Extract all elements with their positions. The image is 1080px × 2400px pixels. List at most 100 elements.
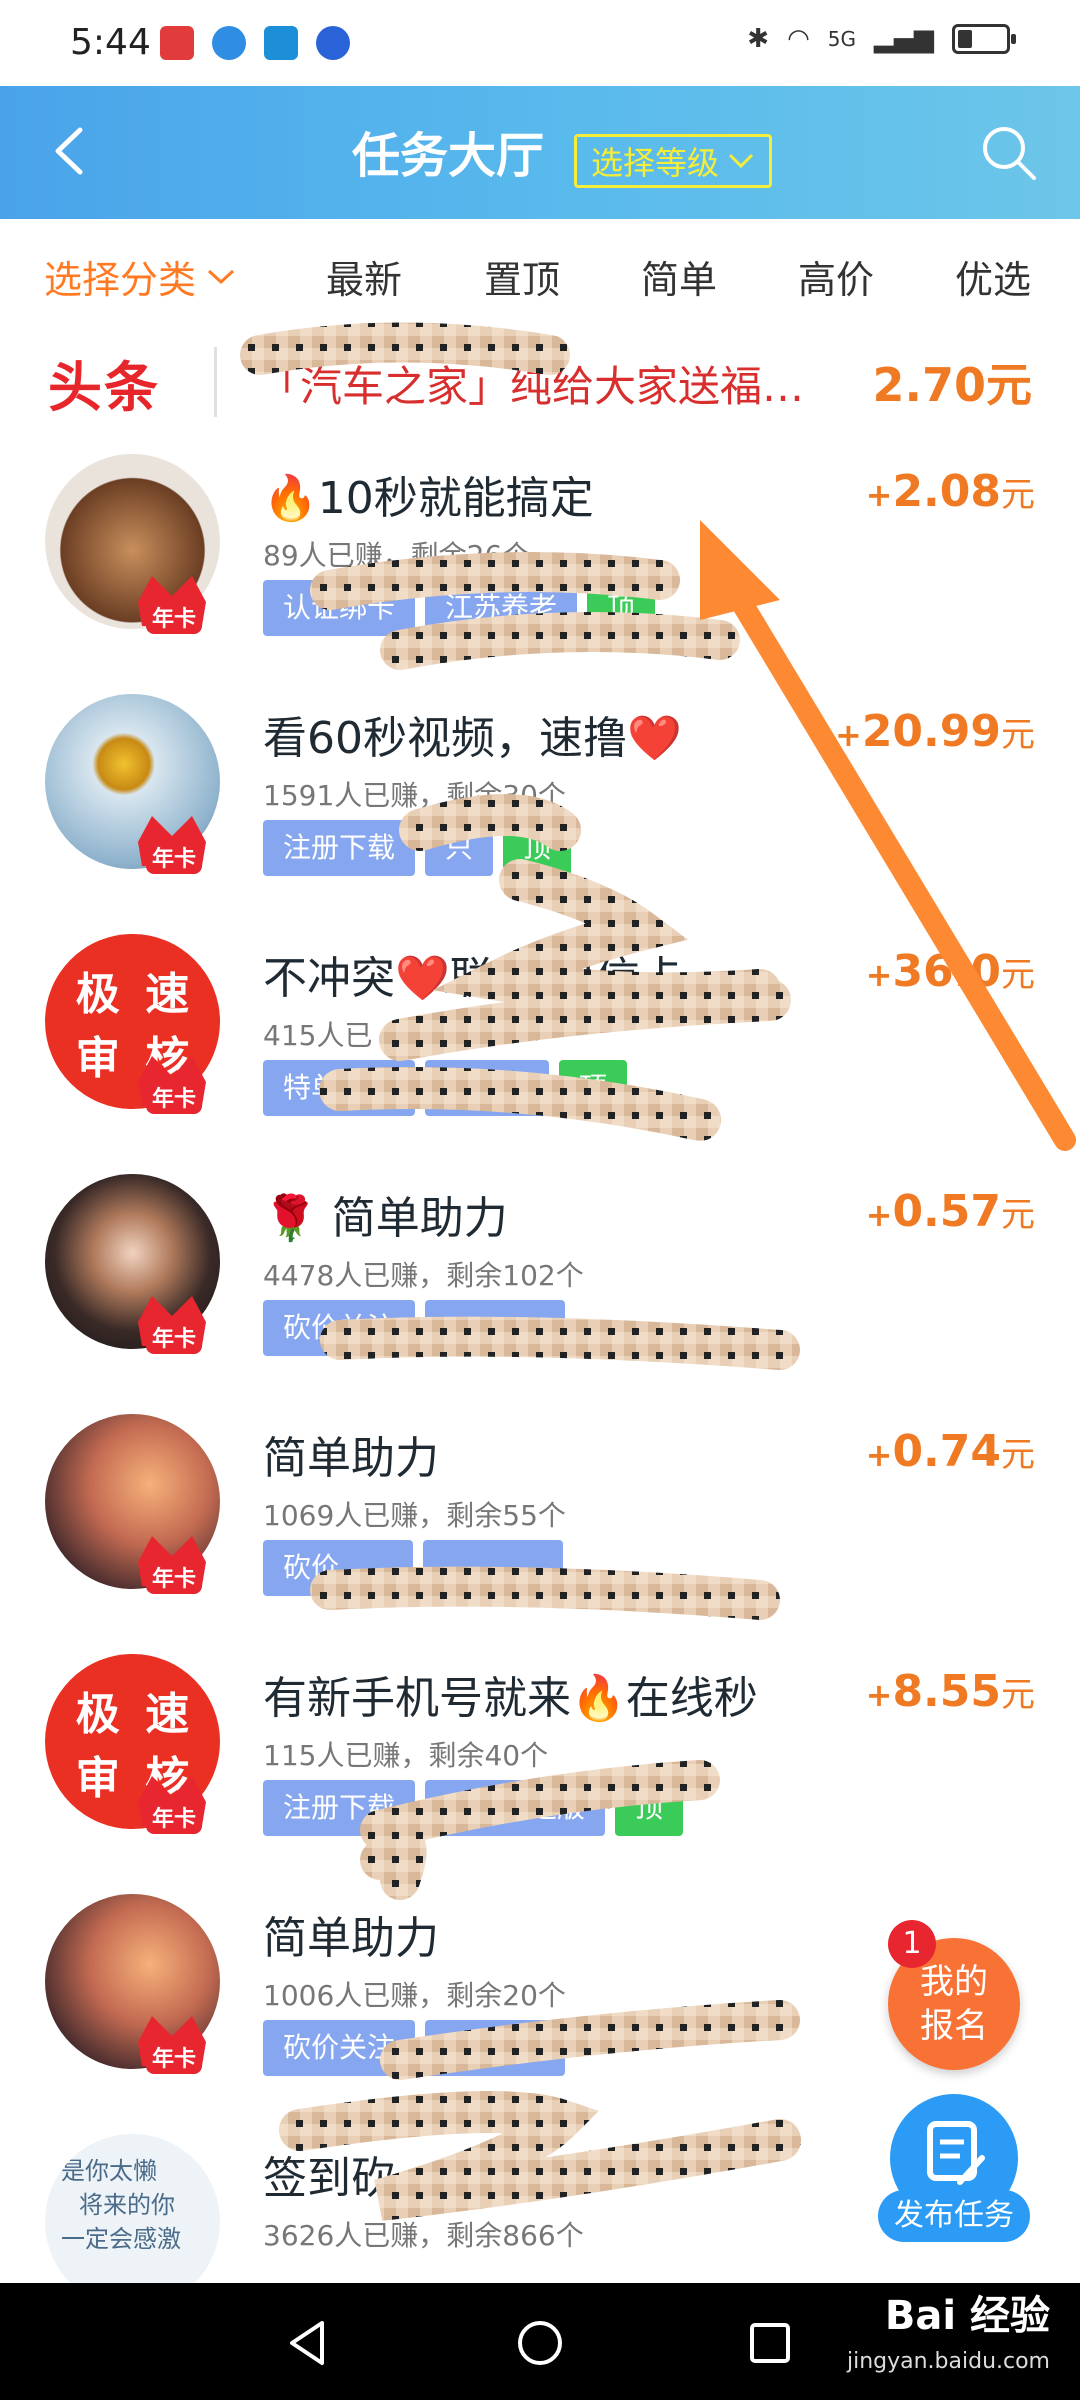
task-tag-top: 顶 — [615, 1780, 684, 1836]
task-item[interactable]: 年卡 看60秒视频，速撸❤️ 1591人已赚，剩余30个 注册下载 只 顶 +2… — [0, 674, 1080, 914]
publish-task-button[interactable]: 发布任务 — [878, 2094, 1030, 2242]
task-meta: 4478人已赚，剩余102个 — [263, 1259, 584, 1292]
price-unit: 元 — [1001, 955, 1035, 995]
task-item[interactable]: 年卡 简单助力 1069人已赚，剩余55个 砍价 +0.74元 — [0, 1394, 1080, 1634]
price-unit: 元 — [1001, 1675, 1035, 1715]
home-nav-icon[interactable] — [510, 2313, 570, 2373]
vip-badge: 年卡 — [146, 1320, 203, 1354]
level-select[interactable]: 选择等级 — [574, 134, 773, 188]
task-meta: 415人已 — [263, 1019, 373, 1052]
battery-level — [958, 30, 972, 48]
task-meta: 1006人已赚，剩余20个 — [263, 1979, 566, 2012]
avatar-caption-line: 一定会感激 — [61, 2225, 181, 2253]
vip-badge: 年卡 — [146, 1080, 203, 1114]
watermark-url: jingyan.baidu.com — [846, 2349, 1050, 2374]
page-title: 任务大厅 — [352, 128, 545, 184]
task-meta: 1069人已赚，剩余55个 — [263, 1499, 566, 1532]
watermark-brand: Bai 经验 — [884, 2293, 1050, 2339]
price-plus: + — [835, 716, 862, 754]
header: 任务大厅 选择等级 — [0, 86, 1080, 219]
status-bar: 5:44 ✱ ◠ 5G ▂▄▆ — [0, 0, 1080, 86]
price-plus: + — [865, 1676, 893, 1714]
task-tag-top: 顶 — [587, 580, 656, 636]
task-price: +20.99元 — [835, 706, 1035, 757]
avatar-char: 极 — [75, 1688, 120, 1740]
tab-pinned[interactable]: 置顶 — [484, 249, 560, 304]
back-icon[interactable] — [40, 116, 110, 186]
task-item[interactable]: 年卡 🌹 简单助力 4478人已赚，剩余102个 砍价关注 +0.57元 — [0, 1154, 1080, 1394]
vip-badge: 年卡 — [146, 840, 203, 874]
price-value: 0.74 — [892, 1426, 1001, 1477]
task-item[interactable]: 极 速 审 核 年卡 有新手机号就来🔥在线秒 115人已赚，剩余40个 注册下载… — [0, 1634, 1080, 1874]
network-type: 5G — [827, 27, 856, 51]
price-unit: 元 — [1001, 475, 1035, 515]
back-nav-icon[interactable] — [278, 2313, 338, 2373]
task-price: +2.08元 — [866, 466, 1035, 517]
headline-banner[interactable]: 头条 「汽车之家」纯给大家送福… 2.70元 — [0, 329, 1080, 434]
task-title: 简单助力 — [263, 1433, 439, 1484]
task-meta: 89人已赚，剩余26个 — [263, 539, 531, 572]
task-title: 🔥10秒就能搞定 — [263, 473, 594, 524]
recents-nav-icon[interactable] — [740, 2313, 800, 2373]
task-tag: 移动卡 — [425, 1060, 550, 1116]
avatar-caption-line: 将来的你 — [79, 2191, 175, 2219]
task-tag-top: 顶 — [503, 820, 572, 876]
status-app-icons — [160, 26, 350, 60]
signup-label-line2: 报名 — [920, 2006, 988, 2046]
headline-logo: 头条 — [48, 356, 160, 419]
tab-high-price[interactable]: 高价 — [798, 249, 874, 304]
task-meta: 115人已赚，剩余40个 — [263, 1739, 549, 1772]
task-tags: 砍价关注 — [263, 1300, 566, 1356]
task-tag: 特单任务 — [263, 1060, 416, 1116]
tab-latest[interactable]: 最新 — [326, 249, 402, 304]
task-title: 简单助力 — [263, 1913, 439, 1964]
task-meta: 3626人已赚，剩余866个 — [263, 2219, 584, 2252]
task-tag: 京东极速版 — [425, 1780, 606, 1836]
chevron-down-icon — [208, 269, 235, 284]
task-tag — [425, 2020, 566, 2076]
tab-simple[interactable]: 简单 — [641, 249, 717, 304]
avatar-char: 审 — [75, 1752, 120, 1804]
avatar-char: 极 — [75, 968, 120, 1020]
avatar-char: 速 — [145, 968, 190, 1020]
task-tag-top: 顶 — [559, 1060, 628, 1116]
publish-task-label: 发布任务 — [878, 2190, 1030, 2242]
task-item[interactable]: 年卡 🔥10秒就能搞定 89人已赚，剩余26个 认证绑卡 江苏养老 顶 +2.0… — [0, 434, 1080, 674]
task-tag: 砍价 — [263, 1540, 413, 1596]
tab-category-select[interactable]: 选择分类 — [44, 249, 236, 304]
task-title: 签到砍一刀 — [263, 2153, 483, 2204]
notification-app-icon — [264, 26, 298, 60]
level-select-label: 选择等级 — [591, 144, 720, 182]
notification-baidu-icon — [316, 26, 350, 60]
vip-badge: 年卡 — [146, 1800, 203, 1834]
task-meta: 1591人已赚，剩余30个 — [263, 779, 566, 812]
status-indicators: ✱ ◠ 5G ▂▄▆ — [747, 24, 1016, 54]
task-tags: 特单任务 移动卡 顶 — [263, 1060, 628, 1116]
avatar-char: 速 — [145, 1688, 190, 1740]
tab-preferred[interactable]: 优选 — [955, 249, 1031, 304]
task-item[interactable]: 极 速 审 核 年卡 不冲突❤️联通 电信卡 415人已 特单任务 移动卡 顶 … — [0, 914, 1080, 1154]
price-value: 0.57 — [892, 1186, 1001, 1237]
signup-count-badge: 1 — [888, 1920, 936, 1968]
task-tag: 注册下载 — [263, 820, 416, 876]
avatar-char: 审 — [75, 1032, 120, 1084]
task-title: 不冲突❤️联通 电信卡 — [263, 953, 684, 1004]
search-icon[interactable] — [978, 122, 1040, 184]
divider — [214, 347, 217, 417]
status-time: 5:44 — [70, 22, 151, 63]
task-tag: 只 — [425, 820, 494, 876]
headline-text: 「汽车之家」纯给大家送福… — [258, 362, 805, 411]
price-plus: + — [865, 956, 893, 994]
price-plus: + — [865, 1436, 893, 1474]
price-unit: 元 — [1001, 715, 1035, 755]
task-tag — [423, 1540, 563, 1596]
vip-badge: 年卡 — [146, 2040, 203, 2074]
task-tag: 认证绑卡 — [263, 580, 416, 636]
task-tag: 砍价关注 — [263, 2020, 416, 2076]
task-tag — [425, 1300, 566, 1356]
task-title: 有新手机号就来🔥在线秒 — [263, 1673, 758, 1724]
task-tag: 注册下载 — [263, 1780, 416, 1836]
task-tag: 砍价关注 — [263, 1300, 416, 1356]
task-price: +8.55元 — [866, 1666, 1035, 1717]
battery-icon — [952, 24, 1016, 54]
